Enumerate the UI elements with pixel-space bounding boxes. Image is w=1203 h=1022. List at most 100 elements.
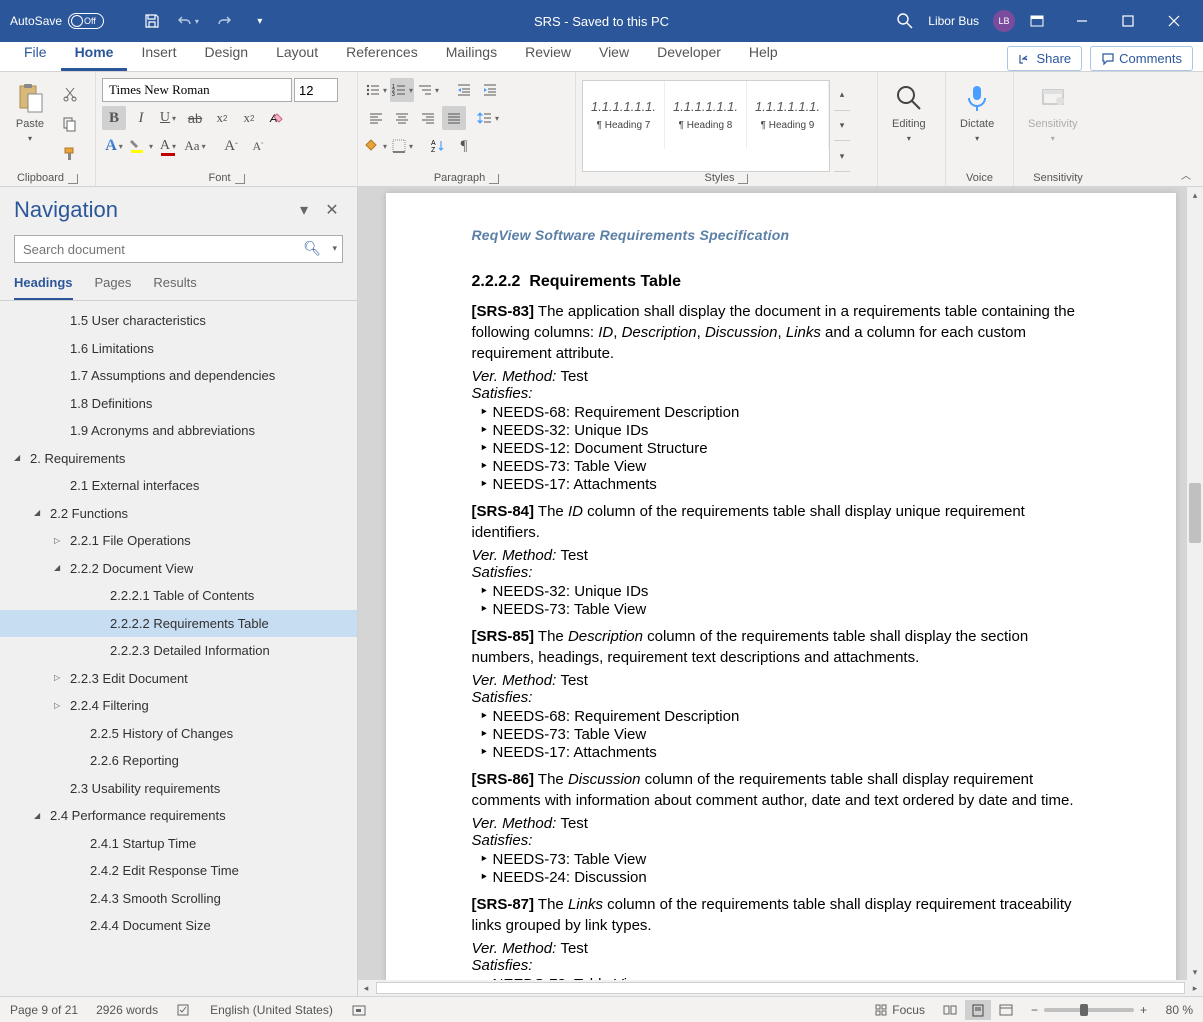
font-size-select[interactable] bbox=[294, 78, 338, 102]
tab-insert[interactable]: Insert bbox=[127, 38, 190, 71]
format-painter-icon[interactable] bbox=[58, 142, 82, 166]
zoom-slider[interactable] bbox=[1044, 1008, 1134, 1012]
heading-item[interactable]: 2.4.4 Document Size bbox=[0, 912, 357, 940]
styles-gallery[interactable]: 1.1.1.1.1.1.¶ Heading 71.1.1.1.1.1.¶ Hea… bbox=[582, 80, 830, 172]
save-icon[interactable] bbox=[140, 9, 164, 33]
expand-icon[interactable]: ▷ bbox=[54, 672, 70, 684]
heading-item[interactable]: 2.2.2.2 Requirements Table bbox=[0, 610, 357, 638]
search-input[interactable] bbox=[14, 235, 343, 263]
strikethrough-button[interactable]: ab bbox=[183, 106, 207, 130]
dialog-launcher-icon[interactable] bbox=[738, 174, 748, 184]
ribbon-display-options-icon[interactable] bbox=[1029, 13, 1045, 29]
heading-item[interactable]: ▷2.2.1 File Operations bbox=[0, 527, 357, 555]
align-left-icon[interactable] bbox=[364, 106, 388, 130]
expand-icon[interactable]: ▷ bbox=[54, 535, 70, 547]
collapse-ribbon-icon[interactable]: ︿ bbox=[1181, 167, 1191, 182]
dialog-launcher-icon[interactable] bbox=[68, 174, 78, 184]
multilevel-list-icon[interactable]: ▾ bbox=[416, 78, 440, 102]
heading-item[interactable]: 1.5 User characteristics bbox=[0, 307, 357, 335]
scroll-left-icon[interactable]: ◂ bbox=[358, 983, 374, 994]
heading-item[interactable]: ◢2.2 Functions bbox=[0, 500, 357, 528]
horizontal-scrollbar[interactable]: ◂ ▸ bbox=[358, 980, 1203, 996]
heading-item[interactable]: 2.4.1 Startup Time bbox=[0, 830, 357, 858]
maximize-button[interactable] bbox=[1105, 6, 1151, 36]
heading-item[interactable]: 1.9 Acronyms and abbreviations bbox=[0, 417, 357, 445]
line-spacing-icon[interactable]: ▾ bbox=[476, 106, 500, 130]
heading-item[interactable]: 2.4.2 Edit Response Time bbox=[0, 857, 357, 885]
copy-icon[interactable] bbox=[58, 112, 82, 136]
zoom-in-button[interactable]: + bbox=[1140, 1003, 1147, 1017]
read-mode-icon[interactable] bbox=[937, 1000, 963, 1020]
tab-layout[interactable]: Layout bbox=[262, 38, 332, 71]
search-icon[interactable]: 🔍︎ bbox=[303, 240, 321, 257]
styles-scroll[interactable]: ▴ ▾ ▾ bbox=[834, 80, 850, 172]
collapse-icon[interactable]: ◢ bbox=[34, 810, 50, 822]
page-indicator[interactable]: Page 9 of 21 bbox=[10, 1003, 78, 1017]
heading-item[interactable]: ◢2.4 Performance requirements bbox=[0, 802, 357, 830]
comments-button[interactable]: Comments bbox=[1090, 46, 1193, 71]
bullets-icon[interactable]: ▾ bbox=[364, 78, 388, 102]
heading-item[interactable]: 2.3 Usability requirements bbox=[0, 775, 357, 803]
focus-mode-button[interactable]: Focus bbox=[874, 1003, 925, 1017]
heading-item[interactable]: 2.2.6 Reporting bbox=[0, 747, 357, 775]
dictate-button[interactable]: Dictate ▾ bbox=[952, 76, 1002, 172]
grow-font-icon[interactable]: Aˆ bbox=[219, 134, 243, 158]
tab-home[interactable]: Home bbox=[61, 38, 128, 71]
expand-icon[interactable]: ▷ bbox=[54, 700, 70, 712]
paste-button[interactable]: Paste ▾ bbox=[6, 76, 54, 172]
heading-item[interactable]: ◢2. Requirements bbox=[0, 445, 357, 473]
close-icon[interactable]: ✕ bbox=[321, 199, 343, 221]
shading-icon[interactable]: ▾ bbox=[364, 134, 388, 158]
search-options-icon[interactable]: ▾ bbox=[332, 243, 337, 254]
heading-item[interactable]: 2.4.3 Smooth Scrolling bbox=[0, 885, 357, 913]
underline-button[interactable]: U▾ bbox=[156, 106, 180, 130]
shrink-font-icon[interactable]: Aˇ bbox=[246, 134, 270, 158]
style-item[interactable]: 1.1.1.1.1.1.¶ Heading 9 bbox=[747, 81, 829, 149]
nav-tab-headings[interactable]: Headings bbox=[14, 275, 73, 300]
user-avatar[interactable]: LB bbox=[993, 10, 1015, 32]
language-indicator[interactable]: English (United States) bbox=[210, 1003, 333, 1017]
macro-icon[interactable] bbox=[351, 1002, 367, 1018]
heading-item[interactable]: 2.2.5 History of Changes bbox=[0, 720, 357, 748]
style-item[interactable]: 1.1.1.1.1.1.¶ Heading 7 bbox=[583, 81, 665, 149]
styles-more-icon[interactable]: ▾ bbox=[834, 141, 850, 172]
heading-item[interactable]: 1.6 Limitations bbox=[0, 335, 357, 363]
dialog-launcher-icon[interactable] bbox=[489, 174, 499, 184]
qat-customize-icon[interactable]: ▾ bbox=[248, 9, 272, 33]
tab-mailings[interactable]: Mailings bbox=[432, 38, 511, 71]
tab-design[interactable]: Design bbox=[190, 38, 262, 71]
spell-check-icon[interactable] bbox=[176, 1002, 192, 1018]
editing-button[interactable]: Editing ▾ bbox=[884, 76, 934, 172]
heading-item[interactable]: ▷2.2.3 Edit Document bbox=[0, 665, 357, 693]
numbering-icon[interactable]: 123▾ bbox=[390, 78, 414, 102]
heading-item[interactable]: ▷2.2.4 Filtering bbox=[0, 692, 357, 720]
user-name[interactable]: Libor Bus bbox=[928, 14, 979, 28]
web-layout-icon[interactable] bbox=[993, 1000, 1019, 1020]
tab-help[interactable]: Help bbox=[735, 38, 792, 71]
style-item[interactable]: 1.1.1.1.1.1.¶ Heading 8 bbox=[665, 81, 747, 149]
vertical-scrollbar[interactable]: ▴ ▾ bbox=[1187, 187, 1203, 980]
close-button[interactable] bbox=[1151, 6, 1197, 36]
text-effects-icon[interactable]: A▾ bbox=[102, 134, 126, 158]
align-center-icon[interactable] bbox=[390, 106, 414, 130]
tab-review[interactable]: Review bbox=[511, 38, 585, 71]
scroll-down-icon[interactable]: ▾ bbox=[834, 111, 850, 142]
scroll-up-icon[interactable]: ▴ bbox=[1187, 187, 1203, 203]
justify-icon[interactable] bbox=[442, 106, 466, 130]
font-color-icon[interactable]: A▾ bbox=[156, 134, 180, 158]
undo-button[interactable]: ▾ bbox=[176, 9, 200, 33]
dialog-launcher-icon[interactable] bbox=[235, 174, 245, 184]
zoom-out-button[interactable]: − bbox=[1031, 1003, 1038, 1017]
scroll-down-icon[interactable]: ▾ bbox=[1187, 964, 1203, 980]
autosave-toggle[interactable]: AutoSave Off bbox=[10, 13, 122, 29]
align-right-icon[interactable] bbox=[416, 106, 440, 130]
collapse-icon[interactable]: ◢ bbox=[54, 562, 70, 574]
decrease-indent-icon[interactable] bbox=[452, 78, 476, 102]
show-marks-icon[interactable]: ¶ bbox=[452, 134, 476, 158]
word-count[interactable]: 2926 words bbox=[96, 1003, 158, 1017]
sensitivity-button[interactable]: Sensitivity ▾ bbox=[1020, 76, 1086, 172]
scroll-up-icon[interactable]: ▴ bbox=[834, 80, 850, 111]
heading-item[interactable]: ◢2.2.2 Document View bbox=[0, 555, 357, 583]
heading-item[interactable]: 1.8 Definitions bbox=[0, 390, 357, 418]
heading-item[interactable]: 1.7 Assumptions and dependencies bbox=[0, 362, 357, 390]
